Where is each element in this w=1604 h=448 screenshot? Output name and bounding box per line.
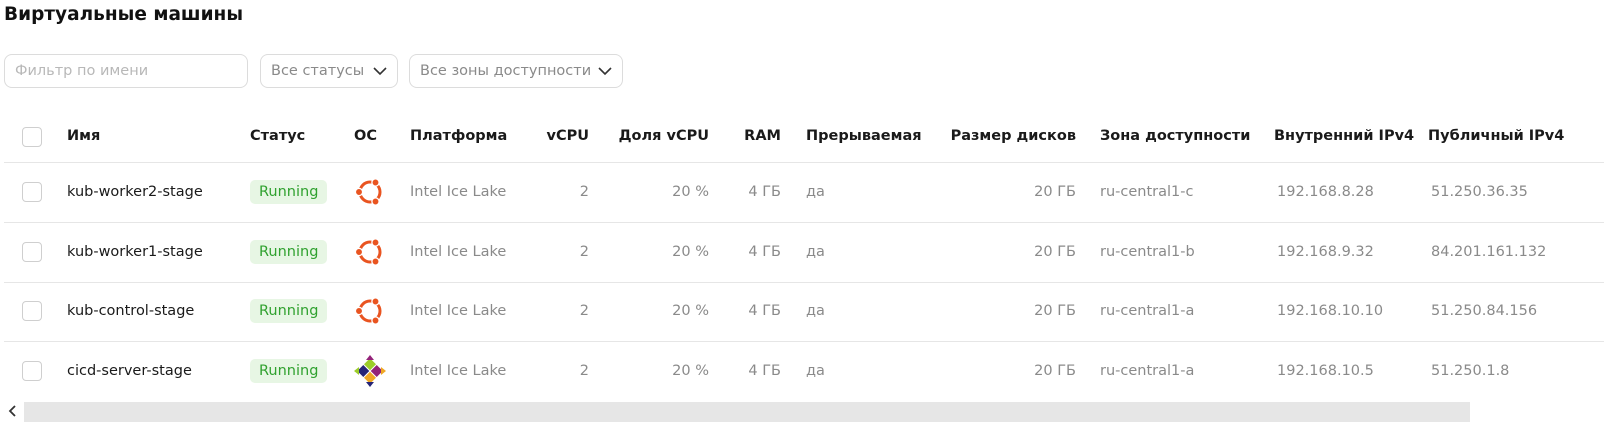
preemptible-cell: да — [806, 244, 825, 260]
zone-select[interactable]: Все зоны доступности — [409, 54, 623, 88]
disk-size-cell: 20 ГБ — [1034, 244, 1076, 260]
public-ipv4-cell: 51.250.1.8 — [1431, 363, 1510, 379]
column-header-vcpu[interactable]: vCPU — [520, 128, 590, 144]
ubuntu-icon — [354, 238, 382, 266]
public-ipv4-cell: 51.250.36.35 — [1431, 184, 1528, 200]
zone-cell: ru-central1-a — [1100, 303, 1195, 319]
zone-cell: ru-central1-c — [1100, 184, 1194, 200]
select-all-checkbox[interactable] — [22, 127, 42, 147]
disk-size-cell: 20 ГБ — [1034, 184, 1076, 200]
name-filter-input[interactable] — [4, 54, 248, 88]
ubuntu-icon — [354, 297, 382, 325]
horizontal-scrollbar[interactable] — [24, 402, 1470, 422]
page-title: Виртуальные машины — [4, 4, 244, 25]
vcpu-share-cell: 20 % — [672, 244, 709, 260]
disk-size-cell: 20 ГБ — [1034, 363, 1076, 379]
row-checkbox[interactable] — [22, 182, 42, 202]
column-header-public-ipv4[interactable]: Публичный IPv4 — [1428, 128, 1564, 144]
status-select[interactable]: Все статусы — [260, 54, 398, 88]
vcpu-share-cell: 20 % — [672, 303, 709, 319]
chevron-down-icon — [598, 67, 612, 76]
zone-select-label: Все зоны доступности — [420, 63, 592, 79]
ram-cell: 4 ГБ — [748, 184, 781, 200]
header-divider — [4, 162, 1604, 163]
status-badge: Running — [250, 180, 328, 204]
status-badge: Running — [250, 359, 328, 383]
column-header-zone[interactable]: Зона доступности — [1100, 128, 1250, 144]
column-header-os[interactable]: ОС — [354, 128, 377, 144]
row-checkbox[interactable] — [22, 361, 42, 381]
row-divider — [4, 222, 1604, 223]
vcpu-share-cell: 20 % — [672, 363, 709, 379]
vcpu-share-cell: 20 % — [672, 184, 709, 200]
vcpu-cell: 2 — [579, 363, 589, 379]
platform-cell: Intel Ice Lake — [410, 363, 507, 379]
public-ipv4-cell: 84.201.161.132 — [1431, 244, 1547, 260]
vm-name-link[interactable]: kub-control-stage — [67, 303, 194, 319]
scroll-left-icon[interactable] — [6, 404, 20, 418]
public-ipv4-cell: 51.250.84.156 — [1431, 303, 1538, 319]
row-checkbox[interactable] — [22, 242, 42, 262]
centos-icon — [354, 355, 386, 387]
internal-ipv4-cell: 192.168.8.28 — [1277, 184, 1374, 200]
ram-cell: 4 ГБ — [748, 303, 781, 319]
column-header-platform[interactable]: Платформа — [410, 128, 507, 144]
row-divider — [4, 341, 1604, 342]
column-header-preemptible[interactable]: Прерываемая — [806, 128, 922, 144]
column-header-ram[interactable]: RAM — [720, 128, 781, 144]
preemptible-cell: да — [806, 184, 825, 200]
internal-ipv4-cell: 192.168.10.10 — [1277, 303, 1384, 319]
ram-cell: 4 ГБ — [748, 363, 781, 379]
zone-cell: ru-central1-b — [1100, 244, 1195, 260]
column-header-status[interactable]: Статус — [250, 128, 305, 144]
platform-cell: Intel Ice Lake — [410, 303, 507, 319]
chevron-down-icon — [373, 67, 387, 76]
column-header-internal-ipv4[interactable]: Внутренний IPv4 — [1274, 128, 1414, 144]
status-select-label: Все статусы — [271, 63, 365, 79]
column-header-name[interactable]: Имя — [67, 128, 100, 144]
ram-cell: 4 ГБ — [748, 244, 781, 260]
disk-size-cell: 20 ГБ — [1034, 303, 1076, 319]
row-divider — [4, 282, 1604, 283]
vm-name-link[interactable]: kub-worker1-stage — [67, 244, 203, 260]
status-badge: Running — [250, 299, 328, 323]
ubuntu-icon — [354, 178, 382, 206]
column-header-vcpu-share[interactable]: Доля vCPU — [610, 128, 709, 144]
internal-ipv4-cell: 192.168.10.5 — [1277, 363, 1374, 379]
internal-ipv4-cell: 192.168.9.32 — [1277, 244, 1374, 260]
vcpu-cell: 2 — [579, 303, 589, 319]
vcpu-cell: 2 — [579, 184, 589, 200]
vm-name-link[interactable]: cicd-server-stage — [67, 363, 192, 379]
preemptible-cell: да — [806, 363, 825, 379]
platform-cell: Intel Ice Lake — [410, 244, 507, 260]
vcpu-cell: 2 — [579, 244, 589, 260]
vm-name-link[interactable]: kub-worker2-stage — [67, 184, 203, 200]
zone-cell: ru-central1-a — [1100, 363, 1195, 379]
row-checkbox[interactable] — [22, 301, 42, 321]
preemptible-cell: да — [806, 303, 825, 319]
status-badge: Running — [250, 240, 328, 264]
platform-cell: Intel Ice Lake — [410, 184, 507, 200]
column-header-disk-size[interactable]: Размер дисков — [930, 128, 1076, 144]
